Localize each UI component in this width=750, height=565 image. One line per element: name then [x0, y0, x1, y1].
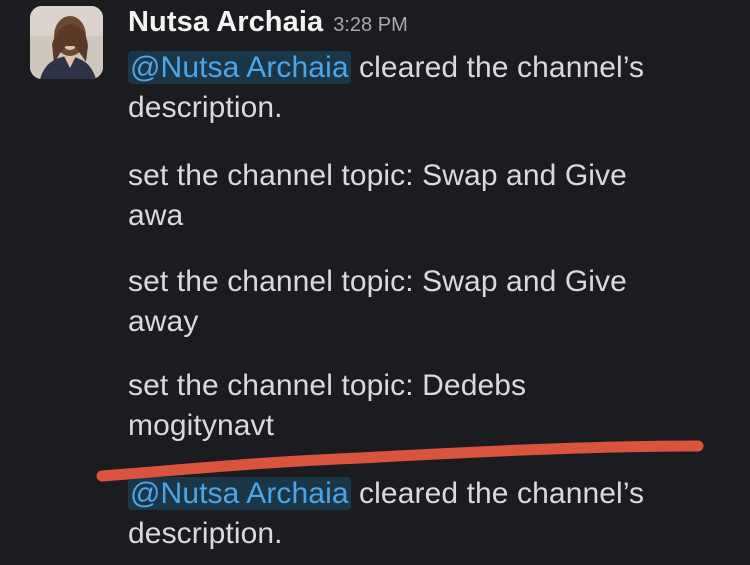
system-event-topic-set: set the channel topic: Swap and Give awa… [128, 262, 627, 342]
message-content: Nutsa Archaia 3:28 PM @Nutsa Archaia cle… [128, 0, 736, 550]
event-line-1: @Nutsa Archaia cleared the channel’s [128, 48, 644, 88]
event-line-1: set the channel topic: Swap and Give [128, 265, 627, 298]
message-header: Nutsa Archaia 3:28 PM [128, 0, 736, 44]
event-line-1: set the channel topic: Swap and Give [128, 159, 627, 192]
event-line-2: mogitynavt [128, 409, 275, 442]
author-name[interactable]: Nutsa Archaia [128, 6, 323, 39]
message-timestamp[interactable]: 3:28 PM [333, 14, 407, 37]
system-event-description-cleared: @Nutsa Archaia cleared the channel’s des… [128, 474, 644, 554]
event-text: cleared the channel’s [350, 51, 645, 84]
user-mention[interactable]: @Nutsa Archaia [128, 51, 351, 84]
event-line-2: awa [128, 199, 184, 232]
system-event-description-cleared: @Nutsa Archaia cleared the channel’s des… [128, 48, 644, 128]
event-line-2: description. [128, 91, 283, 124]
event-text: cleared the channel’s [350, 477, 645, 510]
user-mention[interactable]: @Nutsa Archaia [128, 477, 351, 510]
system-event-topic-set: set the channel topic: Swap and Give awa [128, 156, 627, 236]
event-line-2: away [128, 305, 199, 338]
user-avatar-photo-icon [30, 6, 103, 79]
avatar[interactable] [30, 6, 103, 79]
system-event-topic-set: set the channel topic: Dedebs mogitynavt [128, 366, 526, 446]
event-line-2: description. [128, 517, 283, 550]
message-view: Nutsa Archaia 3:28 PM @Nutsa Archaia cle… [0, 0, 750, 565]
red-strike-mark [96, 440, 704, 482]
event-line-1: set the channel topic: Dedebs [128, 369, 527, 402]
event-line-1: @Nutsa Archaia cleared the channel’s [128, 474, 644, 514]
